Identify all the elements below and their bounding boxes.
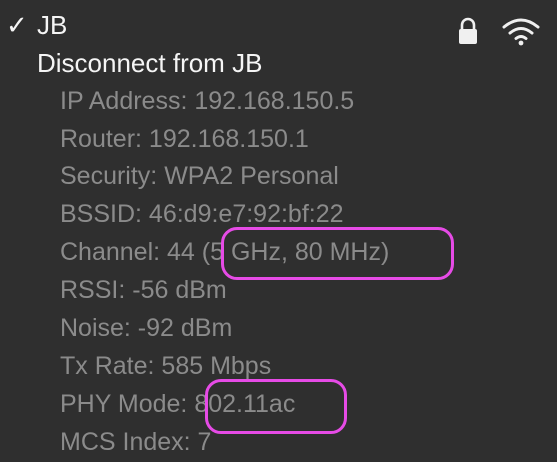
detail-security: Security: WPA2 Personal <box>60 162 339 190</box>
highlight-phy-mode <box>205 379 347 434</box>
highlight-channel-band <box>221 227 454 280</box>
wifi-icon <box>502 18 540 46</box>
wifi-menu: ✓ JB Disconnect from JB IP Address: 192.… <box>0 0 557 462</box>
detail-mcs-index: MCS Index: 7 <box>60 428 212 456</box>
detail-router: Router: 192.168.150.1 <box>60 125 309 153</box>
detail-ip-address: IP Address: 192.168.150.5 <box>60 87 355 115</box>
checkmark-icon: ✓ <box>6 10 28 40</box>
detail-rssi: RSSI: -56 dBm <box>60 276 227 304</box>
network-row[interactable]: ✓ JB <box>0 6 557 46</box>
network-name: JB <box>37 10 68 40</box>
detail-noise: Noise: -92 dBm <box>60 314 233 342</box>
lock-icon <box>459 17 477 44</box>
disconnect-menu-item[interactable]: Disconnect from JB <box>37 44 262 82</box>
